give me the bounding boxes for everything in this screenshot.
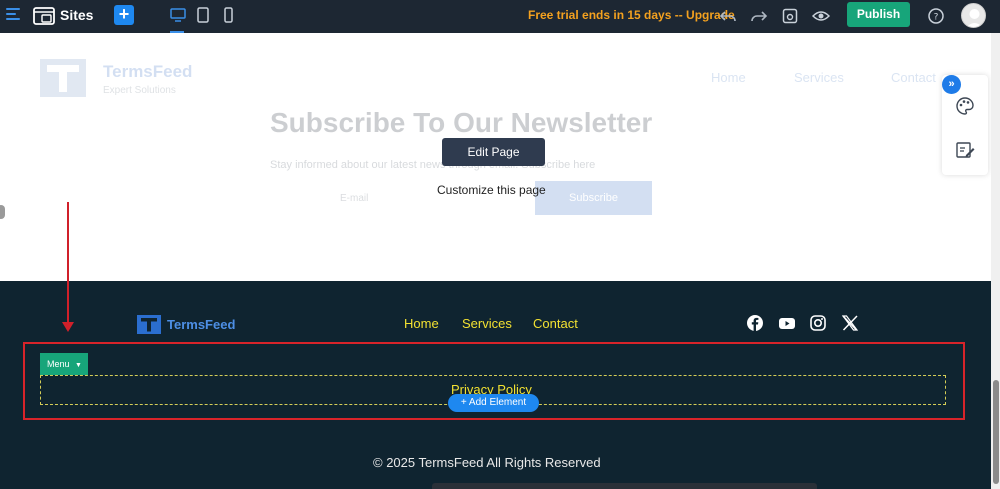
hero-section: TermsFeed Expert Solutions Home Services… xyxy=(0,33,1000,281)
menu-tag-label: Menu xyxy=(47,359,70,369)
help-icon[interactable]: ? xyxy=(927,7,945,25)
add-button[interactable]: + xyxy=(114,5,134,25)
mobile-icon[interactable] xyxy=(220,7,236,23)
sites-label[interactable]: Sites xyxy=(60,7,93,23)
footer-nav-home[interactable]: Home xyxy=(404,316,439,331)
svg-text:?: ? xyxy=(934,13,939,23)
avatar[interactable] xyxy=(961,3,986,28)
menu-element-tag[interactable]: Menu ▼ xyxy=(40,353,88,375)
header-nav-contact[interactable]: Contact xyxy=(891,70,936,85)
desktop-icon[interactable] xyxy=(170,7,186,23)
site-logo-name: TermsFeed xyxy=(103,62,193,81)
site-logo-subtitle: Expert Solutions xyxy=(103,85,176,96)
chevron-down-icon: ▼ xyxy=(75,362,82,369)
facebook-icon[interactable] xyxy=(746,314,764,332)
expand-panel-icon[interactable]: » xyxy=(942,75,961,94)
customize-text: Customize this page xyxy=(437,183,546,197)
youtube-icon[interactable] xyxy=(778,314,796,332)
x-icon[interactable] xyxy=(841,314,859,332)
copyright-text: © 2025 TermsFeed All Rights Reserved xyxy=(373,455,601,470)
add-element-button[interactable]: + Add Element xyxy=(448,394,539,412)
editor-toolbar: Sites + Free trial ends in 15 days -- Up… xyxy=(0,0,1000,33)
undo-icon[interactable] xyxy=(719,7,737,25)
header-nav-services[interactable]: Services xyxy=(794,70,844,85)
left-resize-handle[interactable] xyxy=(0,205,5,219)
site-footer: TermsFeed Home Services Contact Menu ▼ P… xyxy=(0,281,1000,489)
save-icon[interactable] xyxy=(781,7,799,25)
newsletter-title: Subscribe To Our Newsletter xyxy=(270,107,653,138)
publish-button[interactable]: Publish xyxy=(847,2,910,27)
palette-icon[interactable] xyxy=(955,96,975,116)
email-field[interactable]: E-mail xyxy=(340,193,368,204)
bottom-overlay-bar xyxy=(432,483,817,489)
footer-logo-name: TermsFeed xyxy=(167,317,236,332)
menu-icon[interactable] xyxy=(6,8,20,24)
redo-icon[interactable] xyxy=(750,7,768,25)
annotation-arrow-head xyxy=(62,322,74,332)
edit-page-button[interactable]: Edit Page xyxy=(442,138,545,166)
header-nav-home[interactable]: Home xyxy=(711,70,746,85)
annotation-arrow-line xyxy=(67,202,69,325)
footer-logo-icon xyxy=(137,315,161,334)
tablet-icon[interactable] xyxy=(195,7,211,23)
instagram-icon[interactable] xyxy=(809,314,827,332)
newsletter-description: Stay informed about our latest news thro… xyxy=(270,159,596,171)
trial-upgrade-link[interactable]: Free trial ends in 15 days -- Upgrade xyxy=(528,8,735,22)
site-logo-icon xyxy=(40,59,86,97)
editor-canvas: TermsFeed Expert Solutions Home Services… xyxy=(0,33,1000,489)
subscribe-button[interactable]: Subscribe xyxy=(535,181,652,215)
sites-icon[interactable] xyxy=(33,6,55,26)
footer-nav-services[interactable]: Services xyxy=(462,316,512,331)
subscribe-label: Subscribe xyxy=(569,192,618,204)
preview-icon[interactable] xyxy=(812,7,830,25)
footer-nav-contact[interactable]: Contact xyxy=(533,316,578,331)
edit-note-icon[interactable] xyxy=(955,140,975,160)
scrollbar-thumb[interactable] xyxy=(993,380,999,484)
